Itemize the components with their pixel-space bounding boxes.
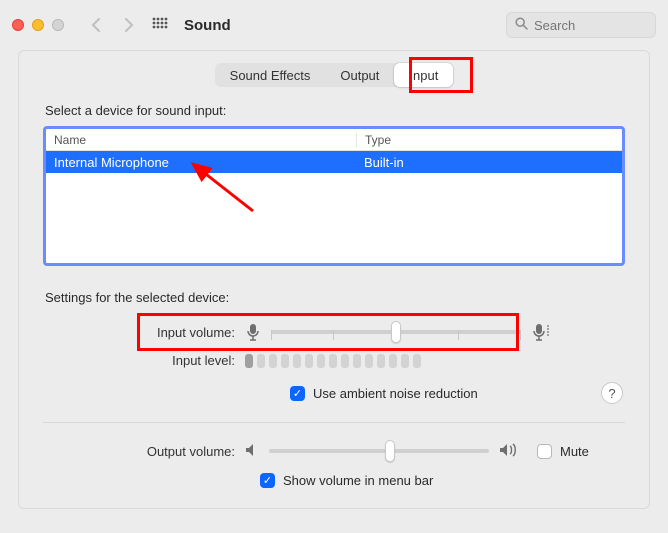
divider bbox=[43, 422, 625, 423]
tab-bar: Sound Effects Output Input bbox=[19, 51, 649, 99]
minimize-window-button[interactable] bbox=[32, 19, 44, 31]
forward-button[interactable] bbox=[116, 13, 140, 37]
search-field[interactable] bbox=[506, 12, 656, 38]
window-title: Sound bbox=[184, 17, 231, 34]
device-section-label: Select a device for sound input: bbox=[19, 99, 649, 126]
table-header: Name Type bbox=[46, 129, 622, 151]
mute-label: Mute bbox=[560, 444, 589, 459]
show-volume-menubar-checkbox[interactable]: ✓ Show volume in menu bar bbox=[260, 473, 433, 488]
device-table: Name Type Internal Microphone Built-in bbox=[43, 126, 625, 266]
back-button[interactable] bbox=[84, 13, 108, 37]
tab-sound-effects[interactable]: Sound Effects bbox=[215, 63, 326, 87]
input-volume-row: Input volume: bbox=[19, 315, 649, 349]
input-level-row: Input level: bbox=[19, 349, 649, 372]
speaker-low-icon bbox=[245, 443, 259, 460]
col-type[interactable]: Type bbox=[356, 133, 622, 147]
col-name[interactable]: Name bbox=[46, 133, 356, 147]
mic-high-icon bbox=[531, 323, 551, 341]
annotation-highlight-volume bbox=[137, 313, 519, 351]
output-volume-slider[interactable] bbox=[269, 441, 489, 461]
checkmark-icon: ✓ bbox=[260, 473, 275, 488]
window-toolbar: Sound bbox=[0, 0, 668, 50]
noise-reduction-checkbox[interactable]: ✓ Use ambient noise reduction bbox=[290, 386, 478, 401]
checkmark-icon: ✓ bbox=[290, 386, 305, 401]
preferences-panel: Sound Effects Output Input Select a devi… bbox=[18, 50, 650, 509]
menubar-volume-row: ✓ Show volume in menu bar bbox=[19, 465, 649, 492]
input-level-meter bbox=[245, 354, 421, 368]
mute-checkbox[interactable]: ✓ Mute bbox=[537, 444, 589, 459]
show-volume-menubar-label: Show volume in menu bar bbox=[283, 473, 433, 488]
traffic-lights bbox=[12, 19, 64, 31]
close-window-button[interactable] bbox=[12, 19, 24, 31]
noise-reduction-label: Use ambient noise reduction bbox=[313, 386, 478, 401]
input-level-label: Input level: bbox=[45, 353, 235, 368]
table-row[interactable]: Internal Microphone Built-in bbox=[46, 151, 622, 173]
device-name-cell: Internal Microphone bbox=[46, 155, 356, 170]
noise-reduction-row: ✓ Use ambient noise reduction ? bbox=[19, 372, 649, 408]
annotation-highlight-tab bbox=[409, 57, 473, 93]
speaker-high-icon bbox=[499, 443, 519, 460]
tab-output[interactable]: Output bbox=[325, 63, 394, 87]
output-volume-row: Output volume: ✓ Mute bbox=[19, 437, 649, 465]
settings-section-label: Settings for the selected device: bbox=[19, 280, 649, 315]
show-all-icon[interactable] bbox=[148, 17, 172, 33]
help-button[interactable]: ? bbox=[601, 382, 623, 404]
checkbox-empty-icon: ✓ bbox=[537, 444, 552, 459]
device-type-cell: Built-in bbox=[356, 155, 622, 170]
output-volume-label: Output volume: bbox=[45, 444, 235, 459]
zoom-window-button[interactable] bbox=[52, 19, 64, 31]
search-icon bbox=[515, 17, 528, 33]
search-input[interactable] bbox=[534, 18, 647, 33]
